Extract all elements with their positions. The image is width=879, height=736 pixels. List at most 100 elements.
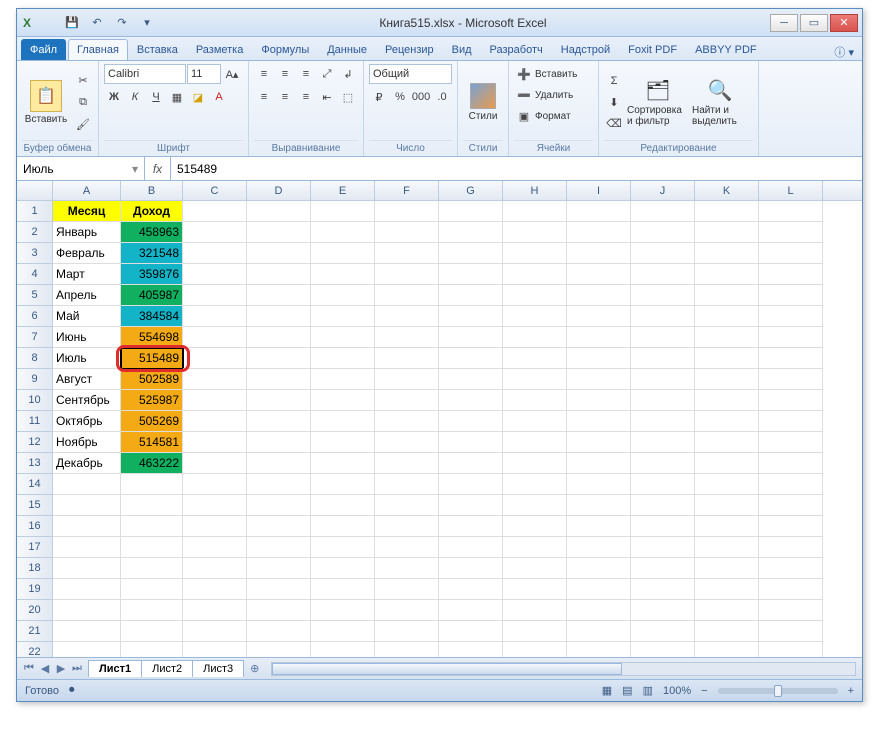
tab-review[interactable]: Рецензир bbox=[376, 39, 443, 60]
cell-A18[interactable] bbox=[53, 558, 121, 579]
cell-F7[interactable] bbox=[375, 327, 439, 348]
cell-L5[interactable] bbox=[759, 285, 823, 306]
cell-H19[interactable] bbox=[503, 579, 567, 600]
cell-F1[interactable] bbox=[375, 201, 439, 222]
cell-K9[interactable] bbox=[695, 369, 759, 390]
cell-E6[interactable] bbox=[311, 306, 375, 327]
name-box[interactable]: Июль ▾ bbox=[17, 157, 145, 180]
cell-D3[interactable] bbox=[247, 243, 311, 264]
horizontal-scrollbar[interactable] bbox=[271, 662, 856, 676]
cell-B4[interactable]: 359876 bbox=[121, 264, 183, 285]
cell-D2[interactable] bbox=[247, 222, 311, 243]
cell-L9[interactable] bbox=[759, 369, 823, 390]
cell-K7[interactable] bbox=[695, 327, 759, 348]
cell-K8[interactable] bbox=[695, 348, 759, 369]
cell-F19[interactable] bbox=[375, 579, 439, 600]
cell-K17[interactable] bbox=[695, 537, 759, 558]
sheet-nav-last-icon[interactable]: ⏭ bbox=[69, 662, 85, 675]
cell-K19[interactable] bbox=[695, 579, 759, 600]
cell-L16[interactable] bbox=[759, 516, 823, 537]
cell-F2[interactable] bbox=[375, 222, 439, 243]
cell-K21[interactable] bbox=[695, 621, 759, 642]
cell-B7[interactable]: 554698 bbox=[121, 327, 183, 348]
cell-C2[interactable] bbox=[183, 222, 247, 243]
cell-E13[interactable] bbox=[311, 453, 375, 474]
cell-A17[interactable] bbox=[53, 537, 121, 558]
cell-G9[interactable] bbox=[439, 369, 503, 390]
cell-G14[interactable] bbox=[439, 474, 503, 495]
row-header-3[interactable]: 3 bbox=[17, 243, 52, 264]
cell-G8[interactable] bbox=[439, 348, 503, 369]
cell-C14[interactable] bbox=[183, 474, 247, 495]
cell-F22[interactable] bbox=[375, 642, 439, 657]
cell-C11[interactable] bbox=[183, 411, 247, 432]
cell-J9[interactable] bbox=[631, 369, 695, 390]
cell-B16[interactable] bbox=[121, 516, 183, 537]
row-header-8[interactable]: 8 bbox=[17, 348, 52, 369]
cell-H15[interactable] bbox=[503, 495, 567, 516]
font-size-select[interactable]: 11 bbox=[187, 64, 221, 84]
grow-font-icon[interactable]: A▴ bbox=[222, 64, 242, 84]
sheet-tab-3[interactable]: Лист3 bbox=[192, 660, 244, 677]
indent-dec-icon[interactable]: ⇤ bbox=[317, 87, 337, 107]
cell-G21[interactable] bbox=[439, 621, 503, 642]
cell-E20[interactable] bbox=[311, 600, 375, 621]
cell-C17[interactable] bbox=[183, 537, 247, 558]
cell-E10[interactable] bbox=[311, 390, 375, 411]
cell-B6[interactable]: 384584 bbox=[121, 306, 183, 327]
find-select-button[interactable]: 🔍 Найти и выделить bbox=[692, 69, 748, 135]
cell-B13[interactable]: 463222 bbox=[121, 453, 183, 474]
font-color-icon[interactable]: A bbox=[209, 87, 229, 107]
cell-D5[interactable] bbox=[247, 285, 311, 306]
cell-E12[interactable] bbox=[311, 432, 375, 453]
cell-J17[interactable] bbox=[631, 537, 695, 558]
cell-A20[interactable] bbox=[53, 600, 121, 621]
cell-D20[interactable] bbox=[247, 600, 311, 621]
redo-icon[interactable]: ↷ bbox=[111, 13, 133, 33]
cell-E4[interactable] bbox=[311, 264, 375, 285]
cell-D16[interactable] bbox=[247, 516, 311, 537]
align-top-icon[interactable]: ≡ bbox=[254, 64, 274, 84]
cell-I16[interactable] bbox=[567, 516, 631, 537]
number-format-select[interactable]: Общий bbox=[369, 64, 452, 84]
cell-H13[interactable] bbox=[503, 453, 567, 474]
cell-D8[interactable] bbox=[247, 348, 311, 369]
currency-icon[interactable]: ₽ bbox=[369, 87, 389, 107]
cell-H8[interactable] bbox=[503, 348, 567, 369]
cell-C18[interactable] bbox=[183, 558, 247, 579]
cell-J4[interactable] bbox=[631, 264, 695, 285]
cell-J8[interactable] bbox=[631, 348, 695, 369]
cell-E7[interactable] bbox=[311, 327, 375, 348]
cell-B9[interactable]: 502589 bbox=[121, 369, 183, 390]
row-header-18[interactable]: 18 bbox=[17, 558, 52, 579]
cell-G15[interactable] bbox=[439, 495, 503, 516]
cell-L8[interactable] bbox=[759, 348, 823, 369]
cell-F21[interactable] bbox=[375, 621, 439, 642]
tab-developer[interactable]: Разработч bbox=[481, 39, 552, 60]
cell-J2[interactable] bbox=[631, 222, 695, 243]
cell-I10[interactable] bbox=[567, 390, 631, 411]
cell-B17[interactable] bbox=[121, 537, 183, 558]
sheet-tab-2[interactable]: Лист2 bbox=[141, 660, 193, 677]
name-box-dropdown-icon[interactable]: ▾ bbox=[132, 162, 138, 176]
zoom-in-icon[interactable]: + bbox=[848, 685, 854, 697]
format-cells-button[interactable]: ▣Формат bbox=[514, 106, 593, 126]
cell-C15[interactable] bbox=[183, 495, 247, 516]
cell-B18[interactable] bbox=[121, 558, 183, 579]
cell-I21[interactable] bbox=[567, 621, 631, 642]
cell-I7[interactable] bbox=[567, 327, 631, 348]
row-header-22[interactable]: 22 bbox=[17, 642, 52, 657]
cell-H18[interactable] bbox=[503, 558, 567, 579]
cell-G12[interactable] bbox=[439, 432, 503, 453]
cell-H14[interactable] bbox=[503, 474, 567, 495]
tab-view[interactable]: Вид bbox=[443, 39, 481, 60]
italic-button[interactable]: К bbox=[125, 87, 145, 107]
cell-I22[interactable] bbox=[567, 642, 631, 657]
cell-A4[interactable]: Март bbox=[53, 264, 121, 285]
cell-D13[interactable] bbox=[247, 453, 311, 474]
cell-H1[interactable] bbox=[503, 201, 567, 222]
cell-C20[interactable] bbox=[183, 600, 247, 621]
sort-filter-button[interactable]: 🗂 Сортировка и фильтр bbox=[627, 69, 689, 135]
cell-A13[interactable]: Декабрь bbox=[53, 453, 121, 474]
close-button[interactable]: ✕ bbox=[830, 14, 858, 32]
